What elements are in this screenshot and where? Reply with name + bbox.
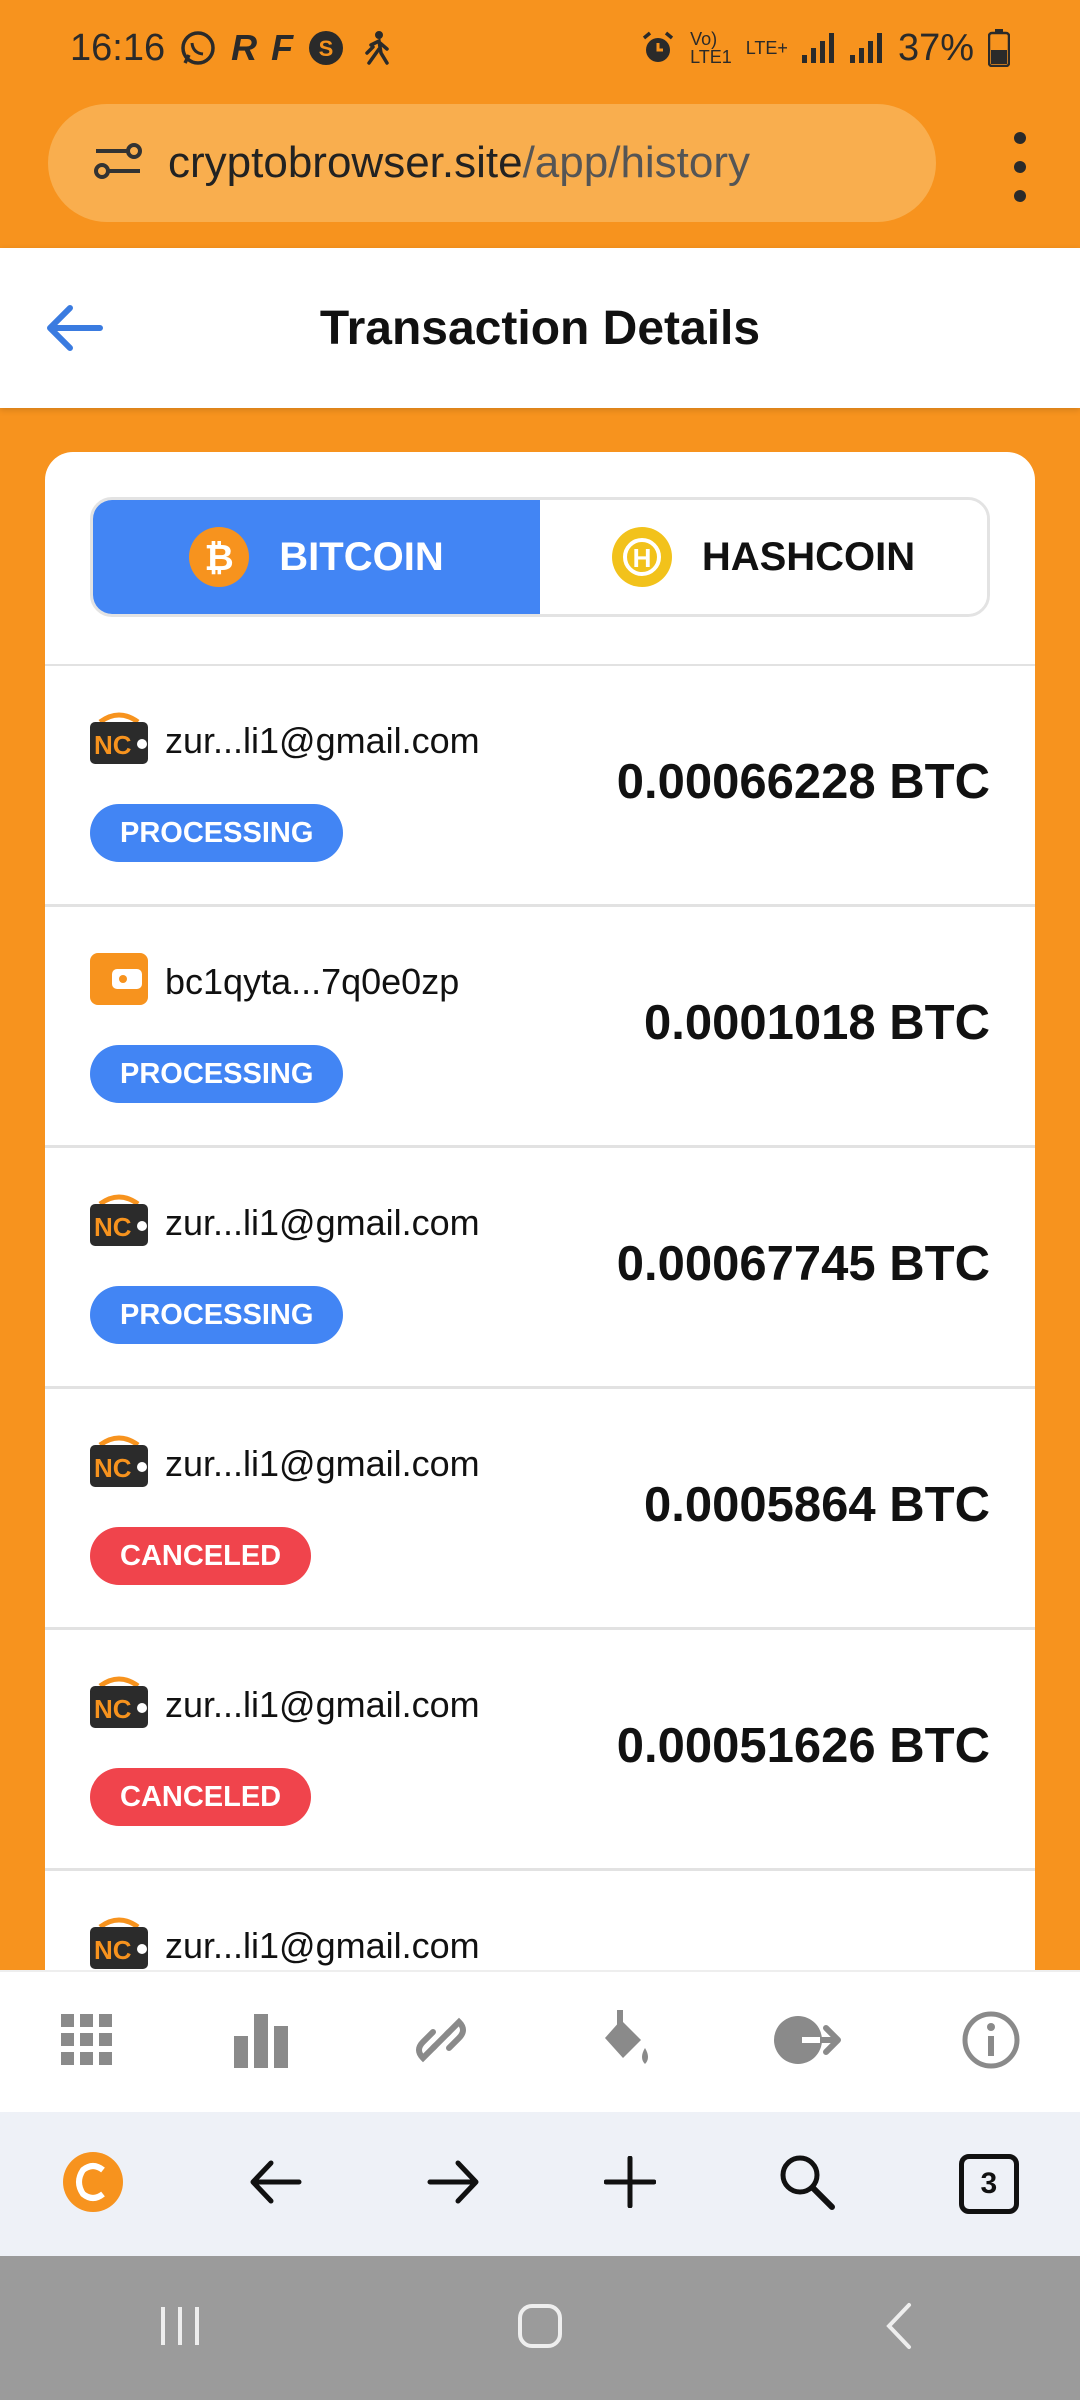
status-badge: CANCELED [90,1527,312,1585]
page-title: Transaction Details [319,301,761,355]
svg-text:H: H [632,543,651,573]
tab-hashcoin[interactable]: H HASHCOIN [540,500,987,614]
status-badge: CANCELED [90,1768,312,1826]
signal-icon [801,33,836,63]
new-tab-icon[interactable] [603,2155,657,2213]
transaction-row[interactable]: NC zur...li1@gmail.com CANCELED 0.000516… [45,1630,1035,1871]
svg-text:₿: ₿ [205,537,234,578]
search-icon[interactable] [778,2153,836,2216]
account-label: zur...li1@gmail.com [165,1684,480,1725]
tab-bitcoin[interactable]: ₿ BITCOIN [93,500,540,614]
svg-text:NC: NC [94,730,132,760]
forward-icon[interactable] [426,2157,482,2212]
transaction-row[interactable]: NC zur...li1@gmail.com CANCELED 0.000586… [45,1389,1035,1630]
back-arrow-icon[interactable] [40,298,108,363]
paint-bucket-icon[interactable] [591,2008,655,2077]
coin-tabs: ₿ BITCOIN H HASHCOIN [90,497,990,617]
svg-text:NC: NC [94,1694,132,1724]
status-badge: PROCESSING [90,804,344,862]
nc-wallet-icon: NC [90,1194,148,1251]
clock: 16:16 [70,26,166,69]
activity-icon [359,29,393,67]
lte-icon: LTE+ [745,37,788,58]
apps-grid-icon[interactable] [59,2012,115,2073]
account-label: zur...li1@gmail.com [165,1925,480,1966]
battery-percent: 37% [897,26,974,69]
browser-url-bar: cryptobrowser.site/app/history [0,96,1080,248]
account-label: bc1qyta...7q0e0zp [165,961,460,1002]
transaction-list: NC zur...li1@gmail.com PROCESSING 0.0006… [45,666,1035,1972]
svg-text:NC: NC [94,1453,132,1483]
svg-text:NC: NC [94,1935,132,1965]
transaction-row[interactable]: NC zur...li1@gmail.com [45,1871,1035,1972]
account-label: zur...li1@gmail.com [165,1443,480,1484]
info-icon[interactable] [961,2010,1021,2075]
amount: 0.00051626 BTC [616,1719,990,1773]
transactions-card: ₿ BITCOIN H HASHCOIN NC zur...li1@gmail.… [45,452,1035,1972]
transaction-row[interactable]: NC zur...li1@gmail.com PROCESSING 0.0006… [45,666,1035,907]
alarm-icon [640,30,676,66]
amount: 0.0005864 BTC [644,1478,990,1532]
s-app-icon: S [307,29,345,67]
whatsapp-icon [179,29,217,67]
svg-text:S: S [319,36,334,61]
site-settings-icon[interactable] [94,141,142,186]
svg-text:NC: NC [94,1212,132,1242]
transaction-row[interactable]: bc1qyta...7q0e0zp PROCESSING 0.0001018 B… [45,907,1035,1148]
logout-icon[interactable] [772,2012,844,2073]
system-navigation [0,2256,1080,2400]
link-icon[interactable] [409,2008,473,2077]
amount: 0.00066228 BTC [616,755,990,809]
nc-wallet-icon: NC [90,1676,148,1733]
nc-wallet-icon: NC [90,712,148,769]
battery-icon [988,29,1010,67]
bar-chart-icon[interactable] [232,2012,292,2073]
app-toolbar [0,1970,1080,2112]
account-label: zur...li1@gmail.com [165,720,480,761]
status-badge: PROCESSING [90,1045,344,1103]
transaction-row[interactable]: NC zur...li1@gmail.com PROCESSING 0.0006… [45,1148,1035,1389]
external-wallet-icon [90,953,148,1010]
volte-icon: Vo) LTE1 [690,29,732,67]
cryptobrowser-logo-icon[interactable] [61,2150,125,2219]
tab-label: HASHCOIN [701,534,916,579]
back-icon[interactable] [247,2157,303,2212]
tab-switcher-button[interactable]: 3 [958,2154,1019,2214]
nc-wallet-icon: NC [90,1435,148,1492]
browser-menu-button[interactable] [1008,132,1032,202]
r-app-icon: R [231,27,258,68]
f-app-icon: F [271,27,294,68]
status-bar: 16:16 R F S Vo) LTE1 LTE+ 37% [0,0,1080,96]
amount: 0.0001018 BTC [644,996,990,1050]
browser-nav-bar: 3 [0,2112,1080,2256]
status-badge: PROCESSING [90,1286,344,1344]
recent-apps-icon[interactable] [155,2301,205,2356]
amount: 0.00067745 BTC [616,1237,990,1291]
address-bar[interactable]: cryptobrowser.site/app/history [48,104,936,222]
tab-label: BITCOIN [279,534,444,579]
home-icon[interactable] [515,2301,565,2356]
hashcoin-icon: H [611,527,672,587]
bitcoin-icon: ₿ [189,527,250,587]
nc-wallet-icon: NC [90,1917,148,1972]
signal-icon-2 [849,33,884,63]
url-text: cryptobrowser.site/app/history [168,138,751,187]
account-label: zur...li1@gmail.com [165,1202,480,1243]
app-header: Transaction Details [0,248,1080,408]
system-back-icon[interactable] [875,2301,925,2356]
